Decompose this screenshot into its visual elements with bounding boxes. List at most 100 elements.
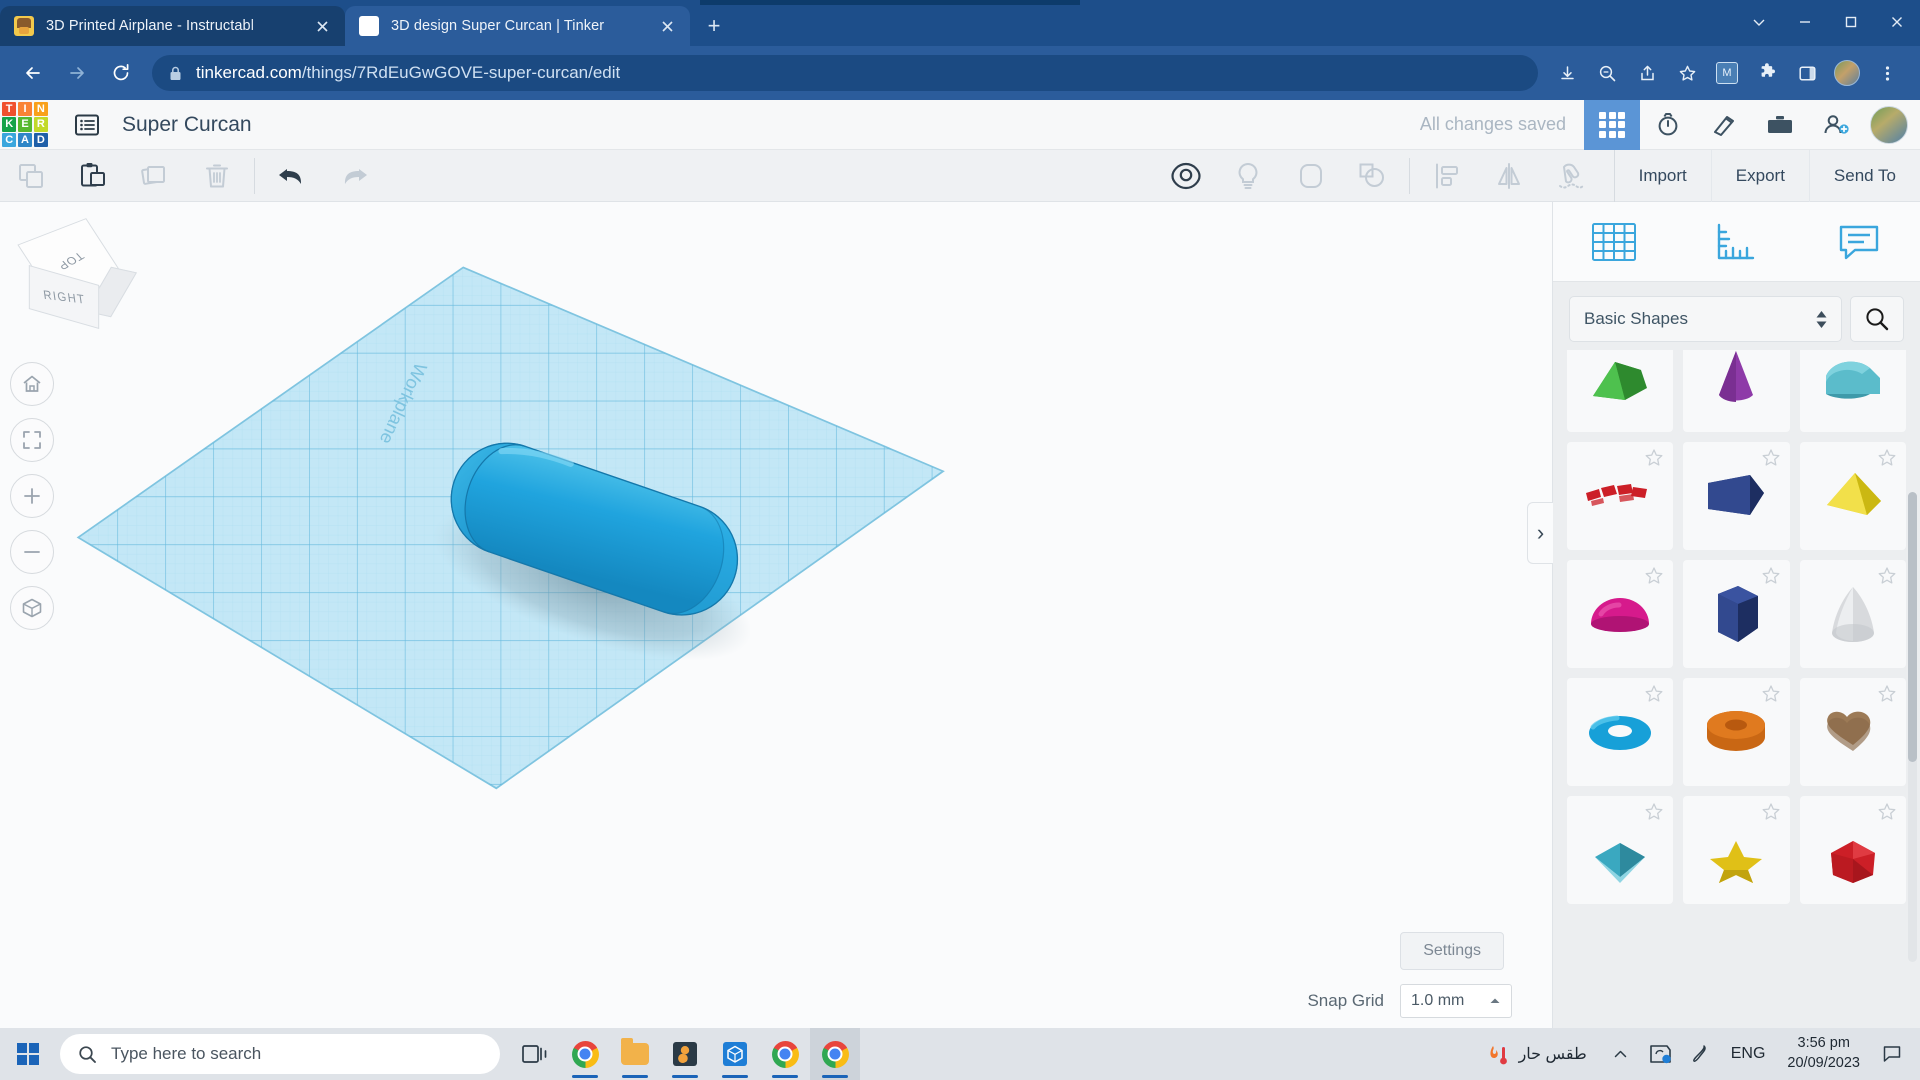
- windows-start-icon[interactable]: [0, 1028, 56, 1080]
- favorite-star-icon[interactable]: [1644, 684, 1664, 709]
- paste-icon[interactable]: [62, 150, 124, 202]
- notification-icon[interactable]: [1874, 1028, 1910, 1080]
- redo-icon[interactable]: [323, 150, 385, 202]
- delete-trash-icon[interactable]: [186, 150, 248, 202]
- pyramid-shape[interactable]: [1799, 442, 1906, 550]
- grid-apps-icon[interactable]: [1584, 99, 1640, 150]
- heart-shape[interactable]: [1799, 678, 1906, 786]
- home-view-button[interactable]: [10, 362, 54, 406]
- zoom-out-button[interactable]: [10, 530, 54, 574]
- export-button[interactable]: Export: [1712, 149, 1810, 202]
- simulate-icon[interactable]: [1640, 100, 1696, 150]
- hexagonal-prism-shape[interactable]: [1683, 560, 1790, 668]
- chrome-window-1-icon[interactable]: [760, 1028, 810, 1080]
- invite-person-icon[interactable]: [1808, 100, 1864, 150]
- import-button[interactable]: Import: [1615, 149, 1712, 202]
- 3d-viewport[interactable]: TOP RIGHT Workplane Settings Snap Grid 1…: [0, 202, 1552, 1030]
- perspective-toggle-button[interactable]: [10, 586, 54, 630]
- file-explorer-icon[interactable]: [610, 1028, 660, 1080]
- ungroup-icon[interactable]: [1341, 150, 1403, 202]
- mirror-flip-icon[interactable]: [1478, 150, 1540, 202]
- gallery-icon[interactable]: [1752, 100, 1808, 150]
- new-tab-button[interactable]: +: [698, 10, 730, 42]
- half-sphere-shape[interactable]: [1567, 560, 1674, 668]
- polygon-shape[interactable]: [1799, 796, 1906, 904]
- hide-eye-icon[interactable]: [1155, 150, 1217, 202]
- bookmark-star-icon[interactable]: [1668, 54, 1706, 92]
- roof-shape[interactable]: [1567, 350, 1674, 432]
- url-input[interactable]: tinkercad.com/things/7RdEuGwGOVE-super-c…: [152, 55, 1538, 91]
- favorite-star-icon[interactable]: [1877, 684, 1897, 709]
- chrome-window-2-icon[interactable]: [810, 1028, 860, 1080]
- forward-arrow-icon[interactable]: [58, 54, 96, 92]
- chevron-down-icon[interactable]: [1736, 0, 1782, 44]
- zoom-icon[interactable]: [1588, 54, 1626, 92]
- workplane[interactable]: Workplane: [55, 257, 955, 797]
- favorite-star-icon[interactable]: [1644, 448, 1664, 473]
- page-title[interactable]: Super Curcan: [122, 113, 252, 137]
- extension-blue-icon[interactable]: M: [1708, 54, 1746, 92]
- minimize-icon[interactable]: [1782, 0, 1828, 44]
- list-panel-icon[interactable]: [70, 108, 104, 142]
- diamond-shape[interactable]: [1567, 796, 1674, 904]
- close-icon[interactable]: [311, 15, 333, 37]
- group-icon[interactable]: [1279, 150, 1341, 202]
- close-icon[interactable]: [1874, 0, 1920, 44]
- blocks-codeblocks-icon[interactable]: [1696, 100, 1752, 150]
- install-icon[interactable]: [1548, 54, 1586, 92]
- cone-shape[interactable]: [1683, 350, 1790, 432]
- half-cylinder-shape[interactable]: [1799, 350, 1906, 432]
- taskbar-search-input[interactable]: Type here to search: [60, 1034, 500, 1074]
- wedge-shape[interactable]: [1683, 442, 1790, 550]
- profile-avatar[interactable]: [1828, 54, 1866, 92]
- favorite-star-icon[interactable]: [1761, 566, 1781, 591]
- favorite-star-icon[interactable]: [1644, 802, 1664, 827]
- shape-search-button[interactable]: [1850, 296, 1904, 342]
- browser-tab-1[interactable]: 3D Printed Airplane - Instructabl: [0, 6, 345, 46]
- undo-icon[interactable]: [261, 150, 323, 202]
- magnet-snap-icon[interactable]: [1540, 150, 1602, 202]
- notes-tab[interactable]: [1815, 211, 1903, 273]
- chevron-up-icon[interactable]: [1603, 1028, 1639, 1080]
- maximize-icon[interactable]: [1828, 0, 1874, 44]
- kebab-menu-icon[interactable]: [1868, 54, 1906, 92]
- shape-category-select[interactable]: Basic Shapes: [1569, 296, 1842, 342]
- shape-library-grid[interactable]: [1553, 350, 1920, 1030]
- language-indicator[interactable]: ENG: [1723, 1045, 1774, 1063]
- zoom-in-button[interactable]: [10, 474, 54, 518]
- fit-view-button[interactable]: [10, 418, 54, 462]
- favorite-star-icon[interactable]: [1761, 802, 1781, 827]
- favorite-star-icon[interactable]: [1877, 566, 1897, 591]
- shapes-tab[interactable]: [1570, 211, 1658, 273]
- puzzle-icon[interactable]: [1748, 54, 1786, 92]
- pen-icon[interactable]: [1683, 1028, 1719, 1080]
- weather-widget[interactable]: طقس حار: [1475, 1042, 1599, 1066]
- close-icon[interactable]: [656, 15, 678, 37]
- light-bulb-icon[interactable]: [1217, 150, 1279, 202]
- duplicate-icon[interactable]: [124, 150, 186, 202]
- share-icon[interactable]: [1628, 54, 1666, 92]
- favorite-star-icon[interactable]: [1761, 684, 1781, 709]
- 3d-viewer-icon[interactable]: [710, 1028, 760, 1080]
- chrome-taskbar-icon[interactable]: [560, 1028, 610, 1080]
- sendto-button[interactable]: Send To: [1810, 150, 1920, 202]
- star-shape[interactable]: [1683, 796, 1790, 904]
- onedrive-icon[interactable]: [1643, 1028, 1679, 1080]
- app-orange-icon[interactable]: [660, 1028, 710, 1080]
- snap-grid-select[interactable]: 1.0 mm: [1400, 984, 1512, 1018]
- settings-button[interactable]: Settings: [1400, 932, 1504, 970]
- favorite-star-icon[interactable]: [1644, 566, 1664, 591]
- panel-scrollbar-thumb[interactable]: [1908, 492, 1917, 762]
- ruler-tab[interactable]: [1692, 211, 1780, 273]
- back-arrow-icon[interactable]: [14, 54, 52, 92]
- torus-shape[interactable]: [1567, 678, 1674, 786]
- favorite-star-icon[interactable]: [1877, 448, 1897, 473]
- copy-icon[interactable]: [0, 150, 62, 202]
- reload-icon[interactable]: [102, 54, 140, 92]
- favorite-star-icon[interactable]: [1761, 448, 1781, 473]
- panel-collapse-handle[interactable]: ›: [1527, 502, 1553, 564]
- tube-shape[interactable]: [1683, 678, 1790, 786]
- user-avatar[interactable]: [1870, 105, 1908, 144]
- text-shape[interactable]: [1567, 442, 1674, 550]
- sidepanel-icon[interactable]: [1788, 54, 1826, 92]
